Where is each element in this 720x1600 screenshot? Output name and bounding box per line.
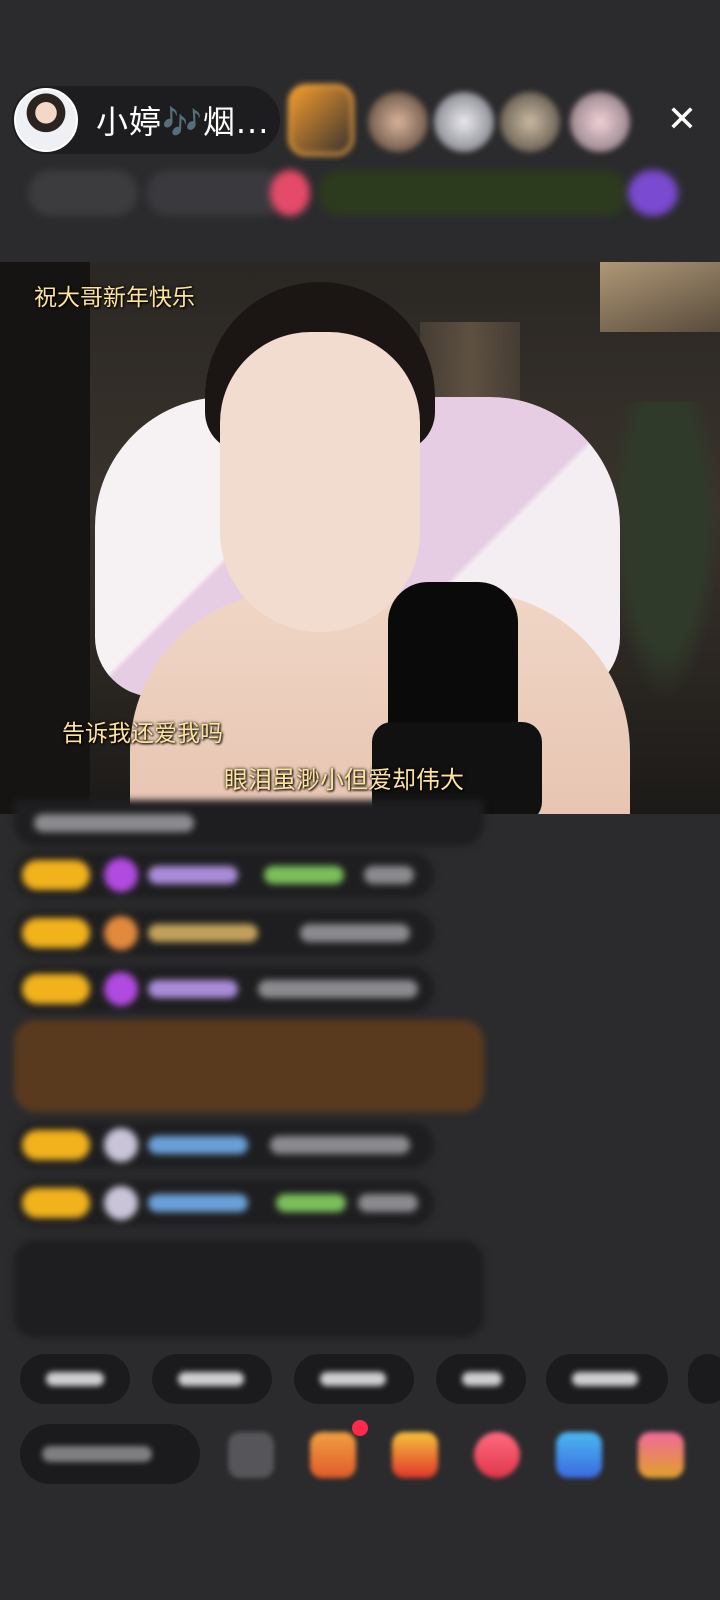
video-streamer-face — [220, 332, 420, 632]
video-overlay-bottom: 眼泪虽渺小但爱却伟大 — [224, 766, 464, 794]
host-avatar[interactable] — [14, 88, 78, 152]
chat-message[interactable] — [14, 800, 484, 846]
quick-reply-chip[interactable] — [436, 1354, 526, 1404]
chat-message[interactable] — [14, 852, 434, 898]
viewer-avatar[interactable] — [500, 92, 560, 152]
quick-reply-chip[interactable] — [688, 1354, 720, 1404]
viewer-avatar[interactable] — [434, 92, 494, 152]
video-microphone — [388, 582, 518, 742]
emoji-icon[interactable] — [228, 1432, 274, 1478]
quick-reply-chip[interactable] — [152, 1354, 272, 1404]
heart-gift-icon[interactable] — [474, 1432, 520, 1478]
chat-message[interactable] — [14, 910, 434, 956]
close-icon[interactable]: ✕ — [660, 98, 704, 142]
video-ceiling-light — [600, 262, 720, 332]
live-video[interactable]: 祝大哥新年快乐 告诉我还爱我吗 眼泪虽渺小但爱却伟大 — [0, 262, 720, 814]
notification-dot — [352, 1420, 368, 1436]
viewer-avatar[interactable] — [368, 92, 428, 152]
chat-message[interactable] — [14, 1122, 434, 1168]
viewer-avatar[interactable] — [570, 92, 630, 152]
system-notice-message — [14, 1240, 484, 1338]
game-icon[interactable] — [556, 1432, 602, 1478]
chat-input[interactable] — [20, 1424, 200, 1484]
top-viewer-avatar[interactable] — [288, 84, 354, 156]
chat-message[interactable] — [14, 966, 434, 1012]
video-plant — [610, 402, 720, 702]
quick-reply-chip[interactable] — [20, 1354, 130, 1404]
gift-box-icon[interactable] — [310, 1432, 356, 1478]
quick-reply-chip[interactable] — [546, 1354, 668, 1404]
host-profile-pill[interactable]: 小婷🎶烟... — [12, 86, 280, 154]
treasure-icon[interactable] — [392, 1432, 438, 1478]
shop-icon[interactable] — [638, 1432, 684, 1478]
quick-reply-chip[interactable] — [294, 1354, 414, 1404]
chat-message[interactable] — [14, 1180, 434, 1226]
gift-highlight-message[interactable] — [14, 1020, 484, 1112]
video-overlay-top: 祝大哥新年快乐 — [34, 285, 195, 311]
host-name: 小婷🎶烟... — [96, 103, 270, 141]
video-overlay-mid: 告诉我还爱我吗 — [62, 721, 223, 747]
room-info-bar[interactable] — [18, 170, 688, 216]
